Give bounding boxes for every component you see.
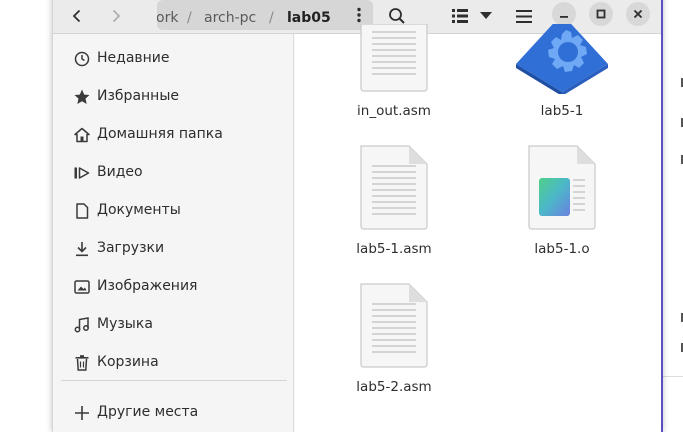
plus-icon bbox=[75, 406, 89, 420]
forward-button[interactable] bbox=[101, 1, 131, 31]
sidebar-item-label: Видео bbox=[97, 164, 143, 180]
home-icon bbox=[74, 127, 90, 143]
hamburger-icon bbox=[516, 9, 532, 23]
text-file-icon bbox=[360, 24, 428, 92]
music-icon bbox=[74, 317, 89, 333]
file-name: lab5-1 bbox=[540, 103, 584, 119]
file-name: lab5-2.asm bbox=[356, 379, 432, 395]
sidebar-item-label: Другие места bbox=[97, 404, 199, 420]
sidebar-item-label: Загрузки bbox=[97, 240, 165, 256]
sidebar-item-pictures[interactable]: Изображения bbox=[53, 270, 293, 304]
vertical-dots-icon bbox=[356, 7, 361, 23]
download-icon bbox=[76, 242, 88, 257]
file-thumbnail bbox=[487, 24, 637, 94]
file-name: lab5-1.asm bbox=[356, 241, 432, 257]
sidebar-item-label: Домашняя папка bbox=[97, 126, 223, 142]
sidebar-item-documents[interactable]: Документы bbox=[53, 194, 293, 228]
trash-icon bbox=[75, 355, 89, 371]
sidebar-item-label: Избранные bbox=[97, 88, 179, 104]
minimize-button[interactable] bbox=[552, 2, 576, 26]
object-file-icon bbox=[528, 145, 596, 230]
sidebar-item-label: Недавние bbox=[97, 50, 170, 66]
breadcrumb-separator: / bbox=[187, 10, 192, 26]
file-thumbnail bbox=[487, 144, 637, 230]
search-icon bbox=[389, 8, 405, 24]
breadcrumb-work[interactable]: ork bbox=[157, 10, 178, 26]
breadcrumb-separator: / bbox=[269, 10, 274, 26]
sidebar-item-music[interactable]: Музыка bbox=[53, 308, 293, 342]
sidebar-item-starred[interactable]: Избранные bbox=[53, 80, 293, 114]
sidebar-separator bbox=[61, 380, 287, 381]
background-window-edge bbox=[661, 0, 683, 421]
maximize-icon bbox=[596, 9, 606, 19]
sidebar: Недавние Избранные Домашняя папка Видео … bbox=[53, 34, 294, 432]
document-icon bbox=[76, 203, 89, 219]
file-thumbnail bbox=[319, 24, 469, 92]
image-icon bbox=[74, 280, 90, 294]
close-icon bbox=[633, 9, 643, 19]
file-item-lab5-1[interactable]: lab5-1 bbox=[487, 24, 637, 154]
chevron-right-icon bbox=[112, 9, 121, 23]
back-button[interactable] bbox=[62, 1, 92, 31]
file-item-lab5-1-asm[interactable]: lab5-1.asm bbox=[319, 144, 469, 274]
background-divider bbox=[661, 376, 683, 377]
executable-gear-icon bbox=[516, 24, 608, 94]
breadcrumb-arch-pc[interactable]: arch-pc bbox=[204, 10, 256, 26]
maximize-button[interactable] bbox=[589, 2, 613, 26]
sidebar-item-home[interactable]: Домашняя папка bbox=[53, 118, 293, 152]
text-file-icon bbox=[360, 283, 428, 368]
file-thumbnail bbox=[319, 144, 469, 230]
clock-icon bbox=[74, 51, 90, 67]
sidebar-item-trash[interactable]: Корзина bbox=[53, 346, 293, 380]
sidebar-item-label: Документы bbox=[97, 202, 181, 218]
file-manager-window: ork / arch-pc / lab05 Недавние Избранные… bbox=[52, 0, 663, 432]
video-icon bbox=[74, 167, 90, 179]
file-thumbnail bbox=[319, 282, 469, 368]
sidebar-item-videos[interactable]: Видео bbox=[53, 156, 293, 190]
close-button[interactable] bbox=[626, 2, 650, 26]
minimize-icon bbox=[560, 16, 568, 18]
chevron-left-icon bbox=[72, 9, 81, 23]
sidebar-item-recent[interactable]: Недавние bbox=[53, 42, 293, 76]
sidebar-item-label: Музыка bbox=[97, 316, 153, 332]
file-item-in-out-asm[interactable]: in_out.asm bbox=[319, 24, 469, 154]
file-item-lab5-2-asm[interactable]: lab5-2.asm bbox=[319, 282, 469, 412]
file-name: lab5-1.o bbox=[534, 241, 590, 257]
text-file-icon bbox=[360, 145, 428, 230]
sidebar-item-downloads[interactable]: Загрузки bbox=[53, 232, 293, 266]
list-view-icon bbox=[452, 9, 468, 23]
triangle-down-icon bbox=[480, 12, 492, 19]
file-grid: in_out.asm lab5-1 lab5-1.asm lab5-1.o la… bbox=[295, 24, 661, 432]
file-name: in_out.asm bbox=[357, 103, 431, 119]
star-icon bbox=[74, 89, 90, 104]
file-item-lab5-1-o[interactable]: lab5-1.o bbox=[487, 144, 637, 274]
sidebar-item-other-locations[interactable]: Другие места bbox=[53, 396, 293, 430]
sidebar-item-label: Изображения bbox=[97, 278, 198, 294]
sidebar-item-label: Корзина bbox=[97, 354, 159, 370]
